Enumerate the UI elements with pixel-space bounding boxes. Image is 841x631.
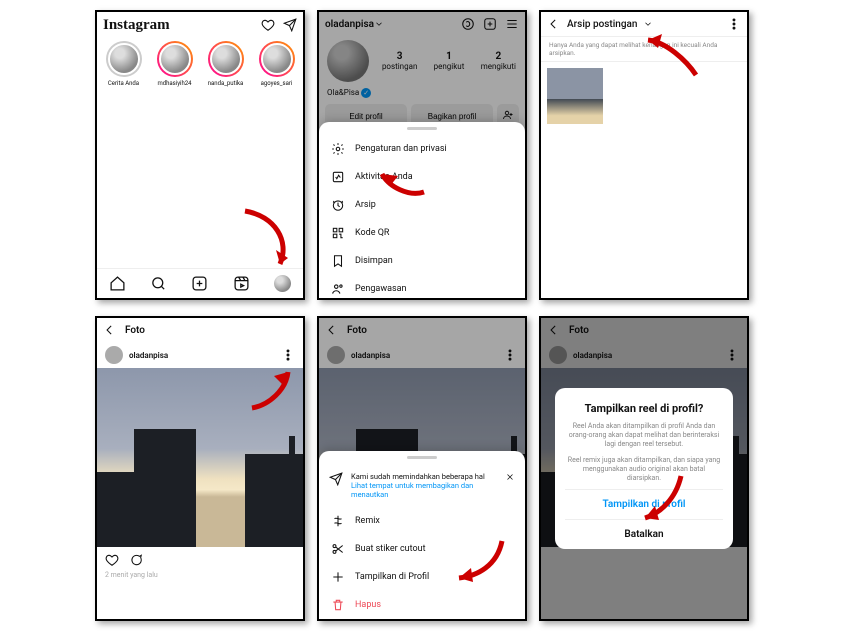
post-author-row: oladanpisa [97, 342, 303, 368]
story-item[interactable]: mdhasiyih24 [153, 41, 196, 87]
archive-notice: Hanya Anda yang dapat melihat kenangan i… [541, 36, 747, 62]
dialog-body-2: Reel remix juga akan ditampilkan, dan si… [565, 456, 723, 483]
annotation-arrow [235, 206, 295, 276]
profile-username[interactable]: oladanpisa [325, 19, 374, 30]
like-icon[interactable] [105, 553, 119, 567]
screen-archive: Arsip postingan Hanya Anda yang dapat me… [539, 10, 749, 300]
archive-header: Arsip postingan [541, 12, 747, 36]
hamburger-menu-icon[interactable] [505, 17, 519, 31]
saved-icon [331, 254, 345, 268]
supervise-icon [331, 282, 345, 296]
stat-followers[interactable]: 1pengikut [430, 51, 467, 71]
archive-title[interactable]: Arsip postingan [567, 19, 637, 30]
option-delete[interactable]: Hapus [319, 591, 525, 619]
options-notice-link[interactable]: Lihat tempat untuk membagikan dan menaut… [351, 481, 497, 499]
nav-create-icon[interactable] [191, 275, 208, 292]
nav-profile-avatar[interactable] [274, 275, 291, 292]
sheet-handle[interactable] [407, 127, 437, 130]
more-icon[interactable] [727, 17, 741, 31]
qr-icon [331, 226, 345, 240]
story-item[interactable]: nanda_putika [204, 41, 247, 87]
screen-profile-menu: oladanpisa 3postingan 1pengikut 2mengiku… [317, 10, 527, 300]
home-topbar: Instagram [97, 12, 303, 38]
instagram-logo: Instagram [103, 17, 170, 34]
notifications-icon[interactable] [261, 18, 275, 32]
back-icon[interactable] [547, 17, 561, 31]
post-more-icon[interactable] [281, 348, 295, 362]
messages-icon[interactable] [283, 18, 297, 32]
chevron-down-icon[interactable] [374, 19, 384, 29]
author-avatar[interactable] [105, 346, 123, 364]
screen-home: Instagram Cerita Anda mdhasiyih24 nanda_… [95, 10, 305, 300]
author-avatar[interactable] [327, 346, 345, 364]
profile-avatar[interactable] [327, 40, 369, 82]
author-username[interactable]: oladanpisa [351, 351, 390, 360]
dialog-body: Reel Anda akan ditampilkan di profil And… [565, 422, 723, 449]
menu-saved[interactable]: Disimpan [319, 247, 525, 275]
nav-home-icon[interactable] [109, 275, 126, 292]
post-more-icon[interactable] [503, 348, 517, 362]
settings-sheet: Pengaturan dan privasi Aktivitas Anda Ar… [319, 122, 525, 298]
create-icon[interactable] [483, 17, 497, 31]
menu-qr[interactable]: Kode QR [319, 219, 525, 247]
archived-post-thumbnail[interactable] [547, 68, 603, 124]
settings-icon [331, 142, 345, 156]
verified-badge-icon: ✓ [361, 88, 371, 98]
threads-icon[interactable] [461, 17, 475, 31]
options-notice: Kami sudah memindahkan beberapa hal Liha… [319, 464, 525, 507]
confirm-dialog: Tampilkan reel di profil? Reel Anda akan… [555, 388, 733, 549]
remix-icon [331, 514, 345, 528]
back-icon[interactable] [325, 323, 339, 337]
profile-stats: 3postingan 1pengikut 2mengikuti [319, 36, 525, 88]
menu-archive[interactable]: Arsip [319, 191, 525, 219]
option-show-on-profile[interactable]: Tampilkan di Profil [319, 563, 525, 591]
trash-icon [331, 598, 345, 612]
post-options-sheet: Kami sudah memindahkan beberapa hal Liha… [319, 451, 525, 619]
stories-row: Cerita Anda mdhasiyih24 nanda_putika ago… [97, 38, 303, 93]
profile-display-name: Ola&Pisa [327, 88, 359, 97]
back-icon[interactable] [103, 323, 117, 337]
close-icon[interactable] [505, 472, 515, 482]
stat-posts[interactable]: 3postingan [381, 51, 418, 71]
photo-title: Foto [125, 325, 145, 336]
screen-photo-options: Foto oladanpisa Kami sudah memindahkan b… [317, 316, 527, 621]
send-icon [329, 472, 343, 486]
dialog-confirm-button[interactable]: Tampilkan di profil [565, 489, 723, 519]
photo-title: Foto [347, 325, 367, 336]
post-actions [97, 547, 303, 569]
author-username[interactable]: oladanpisa [129, 351, 168, 360]
dialog-cancel-button[interactable]: Batalkan [565, 519, 723, 549]
comment-icon[interactable] [129, 553, 143, 567]
sheet-handle[interactable] [407, 456, 437, 459]
nav-reels-icon[interactable] [233, 275, 250, 292]
post-image[interactable] [97, 368, 303, 547]
menu-settings[interactable]: Pengaturan dan privasi [319, 135, 525, 163]
nav-search-icon[interactable] [150, 275, 167, 292]
post-timestamp: 2 menit yang lalu [97, 569, 303, 581]
dialog-title: Tampilkan reel di profil? [565, 402, 723, 416]
plus-icon [331, 570, 345, 584]
activity-icon [331, 170, 345, 184]
screen-photo: Foto oladanpisa 2 menit yang lalu [95, 316, 305, 621]
scissors-icon [331, 542, 345, 556]
photo-header: Foto [97, 318, 303, 342]
bottom-nav [97, 268, 303, 298]
chevron-down-icon[interactable] [643, 19, 653, 29]
story-your-story[interactable]: Cerita Anda [102, 41, 145, 87]
stat-following[interactable]: 2mengikuti [480, 51, 517, 71]
menu-activity[interactable]: Aktivitas Anda [319, 163, 525, 191]
screen-confirm-dialog: Foto oladanpisa Tampilkan reel di profil… [539, 316, 749, 621]
archive-icon [331, 198, 345, 212]
option-sticker-cutout[interactable]: Buat stiker cutout [319, 535, 525, 563]
profile-header: oladanpisa [319, 12, 525, 36]
option-remix[interactable]: Remix [319, 507, 525, 535]
story-item[interactable]: agoyes_sari [255, 41, 298, 87]
menu-supervision[interactable]: Pengawasan [319, 275, 525, 300]
